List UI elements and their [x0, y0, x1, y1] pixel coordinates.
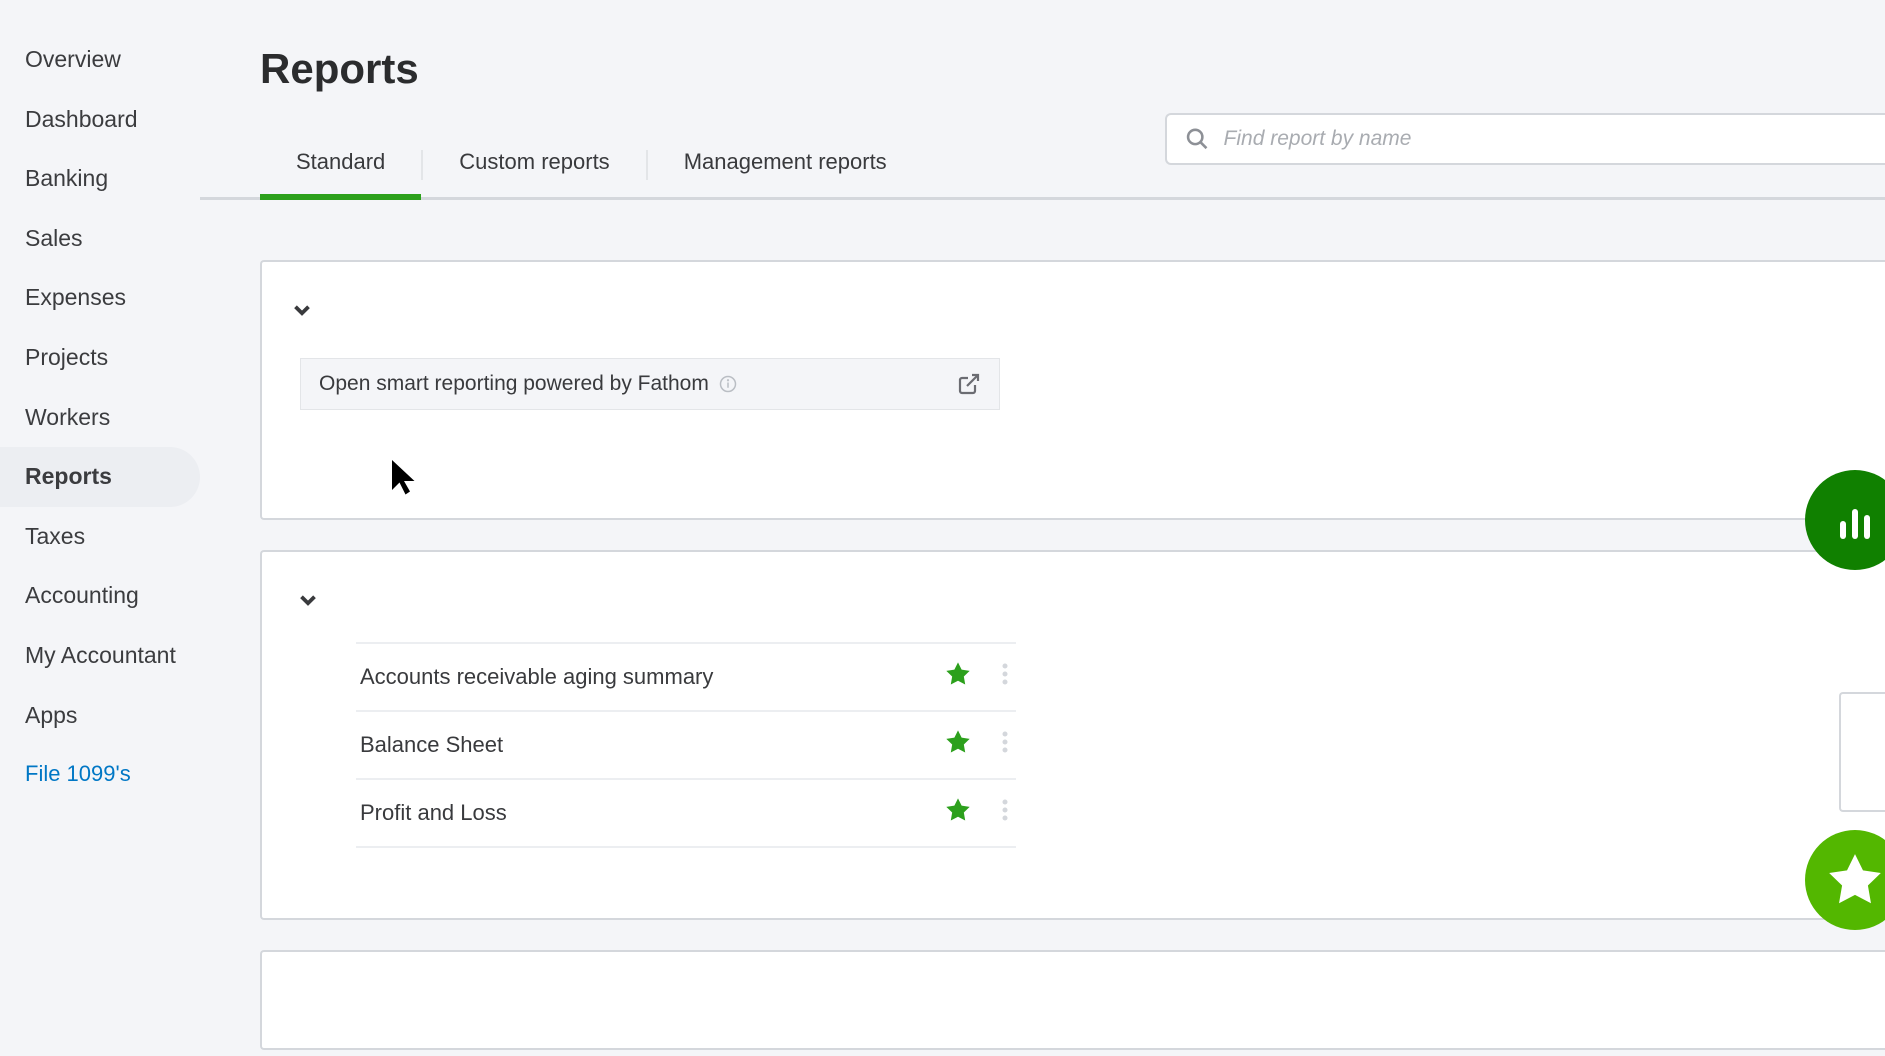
collapse-toggle-section2[interactable] — [290, 582, 326, 618]
favorite-toggle[interactable] — [944, 660, 972, 694]
report-row-ar-aging[interactable]: Accounts receivable aging summary — [356, 642, 1016, 712]
collapse-toggle-section1[interactable] — [284, 292, 320, 328]
sidebar-item-workers[interactable]: Workers — [0, 388, 200, 448]
section-smart-reporting: Open smart reporting powered by Fathom — [260, 260, 1885, 520]
sidebar-item-dashboard[interactable]: Dashboard — [0, 90, 200, 150]
external-link-icon — [957, 372, 981, 396]
sidebar: Overview Dashboard Banking Sales Expense… — [0, 0, 200, 1056]
main-content: Reports Standard Custom reports Manageme… — [200, 0, 1885, 1056]
sidebar-item-sales[interactable]: Sales — [0, 209, 200, 269]
sidebar-item-accounting[interactable]: Accounting — [0, 566, 200, 626]
report-name: Profit and Loss — [360, 800, 507, 826]
report-list: Accounts receivable aging summary Balanc… — [356, 642, 1016, 848]
chevron-down-icon — [289, 297, 315, 323]
favorite-toggle[interactable] — [944, 728, 972, 762]
report-row-balance-sheet[interactable]: Balance Sheet — [356, 712, 1016, 780]
tab-management-reports[interactable]: Management reports — [648, 133, 923, 197]
favorite-toggle[interactable] — [944, 796, 972, 830]
search-icon — [1185, 126, 1210, 152]
section-collapsed — [260, 950, 1885, 1050]
row-menu-button[interactable] — [1002, 662, 1008, 692]
kebab-icon — [1002, 662, 1008, 686]
star-filled-icon — [1824, 849, 1885, 911]
tab-custom-reports[interactable]: Custom reports — [423, 133, 645, 197]
sidebar-item-banking[interactable]: Banking — [0, 149, 200, 209]
sidebar-link-file-1099s[interactable]: File 1099's — [0, 745, 200, 803]
kebab-icon — [1002, 798, 1008, 822]
sidebar-item-taxes[interactable]: Taxes — [0, 507, 200, 567]
kebab-icon — [1002, 730, 1008, 754]
info-icon — [719, 375, 737, 393]
smart-reporting-button[interactable]: Open smart reporting powered by Fathom — [300, 358, 1000, 410]
report-name: Balance Sheet — [360, 732, 503, 758]
sidebar-item-apps[interactable]: Apps — [0, 686, 200, 746]
tab-standard[interactable]: Standard — [260, 133, 421, 197]
tabs-row: Standard Custom reports Management repor… — [200, 133, 1885, 200]
smart-reporting-label: Open smart reporting powered by Fathom — [319, 372, 709, 396]
star-filled-icon — [944, 728, 972, 756]
section-favorites: Accounts receivable aging summary Balanc… — [260, 550, 1885, 920]
sidebar-item-my-accountant[interactable]: My Accountant — [0, 626, 200, 686]
report-name: Accounts receivable aging summary — [360, 664, 713, 690]
sidebar-item-overview[interactable]: Overview — [0, 30, 200, 90]
row-menu-button[interactable] — [1002, 730, 1008, 760]
side-panel-peek — [1839, 692, 1885, 812]
star-filled-icon — [944, 660, 972, 688]
star-filled-icon — [944, 796, 972, 824]
search-box[interactable] — [1165, 113, 1885, 165]
row-menu-button[interactable] — [1002, 798, 1008, 828]
search-input[interactable] — [1224, 127, 1867, 151]
sidebar-item-reports[interactable]: Reports — [0, 447, 200, 507]
content-area: Open smart reporting powered by Fathom A… — [200, 200, 1885, 1050]
chevron-down-icon — [295, 587, 321, 613]
sidebar-item-expenses[interactable]: Expenses — [0, 268, 200, 328]
sidebar-item-projects[interactable]: Projects — [0, 328, 200, 388]
report-row-profit-loss[interactable]: Profit and Loss — [356, 780, 1016, 848]
bar-chart-icon — [1831, 496, 1879, 544]
